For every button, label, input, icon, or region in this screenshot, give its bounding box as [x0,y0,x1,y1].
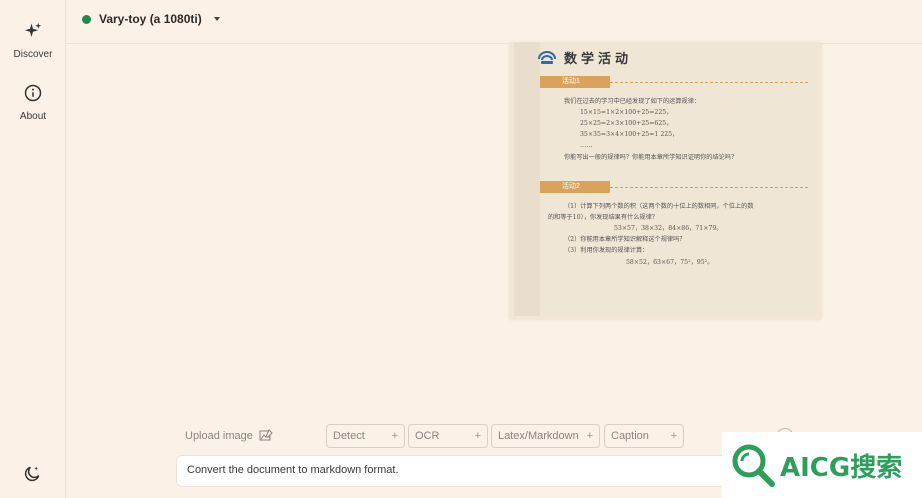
sidebar-item-label: About [19,111,47,122]
model-name: Vary-toy (a 1080ti) [99,12,202,26]
document-page: 数学活动 活动1 我们在过去的学习中已经发现了如下的运算规律： 15×15=1×… [514,42,817,316]
page-margin [514,42,540,316]
document-text-line: 我们在过去的学习中已经发现了如下的运算规律： [564,98,701,105]
document-text-line: （3）利用你发现的规律计算： [564,247,649,254]
mode-latex-markdown-button[interactable]: Latex/Markdown + [491,424,600,448]
sidebar-item-about[interactable]: About [0,84,66,122]
mode-label: Detect [333,430,365,442]
plus-icon: + [670,430,677,442]
prompt-text: Convert the document to markdown format. [187,464,399,476]
mode-label: OCR [415,430,440,442]
image-edit-icon [259,429,273,441]
prompt-toolbar: Upload image Detect + OCR + Latex/Markdo… [180,424,720,448]
document-text-line: 35×35=3×4×100+25=1 225， [580,131,679,138]
moon-icon [24,466,40,482]
document-text-line: …… [580,142,593,149]
upload-image-label: Upload image [185,429,253,442]
document-text-line: 的和等于10），你发现结果有什么规律？ [548,214,658,221]
mode-detect-button[interactable]: Detect + [326,424,405,448]
sidebar: Discover About [0,0,66,498]
mode-ocr-button[interactable]: OCR + [408,424,488,448]
sidebar-item-label: Discover [13,49,53,60]
document-text-line: 53×57，38×32，84×86，71×79。 [614,225,723,232]
theme-toggle[interactable] [22,464,42,484]
watermark: AICG搜索 [722,432,922,498]
model-selector[interactable]: Vary-toy (a 1080ti) [82,12,220,26]
upload-image-button[interactable]: Upload image [185,429,273,442]
document-text-line: 15×15=1×2×100+25=225， [580,109,673,116]
document-text-line: 25×25=2×3×100+25=625， [580,120,673,127]
plus-icon: + [391,430,398,442]
plus-icon: + [474,430,481,442]
uploaded-image-preview: 数学活动 活动1 我们在过去的学习中已经发现了如下的运算规律： 15×15=1×… [509,42,822,320]
document-text-line: 58×52，63×67，75²，95²。 [626,259,714,266]
chevron-down-icon [213,17,220,21]
sparkle-icon [24,22,42,37]
mode-caption-button[interactable]: Caption + [604,424,684,448]
section-label: 活动1 [540,76,610,88]
document-text-line: （2）你能用本章所学知识解释这个规律吗？ [564,236,686,243]
watermark-text: AICG搜索 [780,452,903,483]
header: Vary-toy (a 1080ti) [66,0,922,44]
sidebar-item-discover[interactable]: Discover [0,22,66,60]
document-heading: 数学活动 [538,48,632,67]
search-logo-icon [732,444,775,487]
divider [610,82,808,83]
mode-label: Caption [611,430,649,442]
document-title: 数学活动 [564,52,633,67]
math-activity-logo-icon [538,50,556,64]
status-indicator [82,14,91,24]
document-text-line: （1）计算下列两个数的积（这两个数的十位上的数相同，个位上的数 [564,203,754,210]
info-icon [24,84,42,102]
mode-label: Latex/Markdown [498,430,579,442]
plus-icon: + [586,430,593,442]
section-label: 活动2 [540,181,610,193]
divider [610,187,808,188]
prompt-input[interactable]: Convert the document to markdown format. [176,455,736,487]
document-text-line: 你能写出一般的规律吗？你能用本章所学知识证明你的结论吗？ [564,154,738,161]
